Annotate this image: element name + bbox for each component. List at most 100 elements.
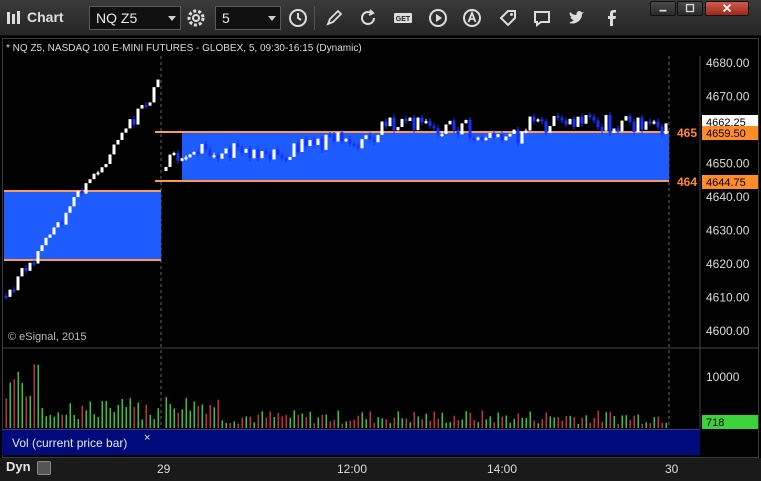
facebook-button[interactable] <box>600 6 624 30</box>
candle-body <box>536 119 540 122</box>
candle-body <box>376 134 380 143</box>
volume-bar <box>205 413 207 428</box>
candle-body <box>108 154 112 164</box>
volume-bar <box>177 412 179 428</box>
candle-body <box>488 133 492 138</box>
candle-body <box>216 155 220 159</box>
volume-bar <box>121 398 123 428</box>
candle-body <box>464 119 468 124</box>
volume-bar <box>113 412 115 428</box>
volume-bar <box>389 423 391 428</box>
volume-bar <box>617 423 619 428</box>
dyn-label[interactable]: Dyn <box>6 459 31 474</box>
volume-bar <box>629 419 631 428</box>
candle-body <box>404 118 408 122</box>
facebook-icon <box>608 10 616 26</box>
candle-body <box>308 139 312 147</box>
candle-body <box>460 123 464 135</box>
candle-body <box>636 117 640 133</box>
volume-bar <box>185 398 187 428</box>
chevron-down-icon[interactable] <box>168 16 176 21</box>
volume-study-close-icon[interactable]: × <box>144 432 150 444</box>
volume-bar <box>293 410 295 428</box>
candle-body <box>548 126 552 133</box>
volume-bar <box>81 405 83 428</box>
twitter-button[interactable] <box>565 6 589 30</box>
maximize-icon <box>685 3 695 13</box>
candle-body <box>200 143 204 154</box>
lock-icon[interactable] <box>37 461 51 475</box>
candle-body <box>80 190 84 194</box>
volume-bar <box>89 401 91 428</box>
get-button[interactable]: GET <box>391 6 415 30</box>
candle-body <box>288 156 292 160</box>
time-label: 29 <box>157 462 171 476</box>
candle-body <box>156 79 160 88</box>
candle-body <box>504 136 508 141</box>
svg-text:GET: GET <box>396 16 411 23</box>
candle-body <box>472 138 476 141</box>
minimize-button[interactable] <box>650 1 676 16</box>
candle-body <box>408 117 412 122</box>
maximize-button[interactable] <box>677 1 703 16</box>
play-icon <box>429 9 447 27</box>
volume-bar <box>133 407 135 428</box>
volume-bar <box>249 416 251 428</box>
comment-button[interactable] <box>530 6 554 30</box>
candle-body <box>420 117 424 123</box>
candle-body <box>132 119 136 125</box>
volume-bar <box>29 395 31 428</box>
candle-body <box>616 128 620 132</box>
draw-button[interactable] <box>322 6 346 30</box>
play-button[interactable] <box>426 6 450 30</box>
candle-body <box>124 128 128 133</box>
candle-body <box>492 133 496 138</box>
candle-body <box>280 154 284 159</box>
candle-body <box>648 121 652 124</box>
interval-input[interactable]: 5 <box>215 6 281 30</box>
volume-bar <box>613 416 615 428</box>
candle-body <box>60 222 64 225</box>
volume-bar <box>189 410 191 428</box>
symbol-input[interactable]: NQ Z5 <box>89 6 181 30</box>
volume-bar <box>549 416 551 428</box>
candle-body <box>612 128 616 133</box>
candle-body <box>628 116 632 122</box>
clock-button[interactable] <box>286 6 310 30</box>
candle-body <box>96 172 100 175</box>
volume-bar <box>253 422 255 428</box>
volume-bar <box>665 422 667 428</box>
volume-bar <box>505 415 507 428</box>
window-title: Chart <box>27 9 64 25</box>
candle-body <box>584 115 588 124</box>
price-chart[interactable]: 4680.004670.004660.004650.004640.004630.… <box>0 36 761 458</box>
close-button[interactable] <box>705 1 749 16</box>
volume-bar <box>357 415 359 428</box>
prior-range-zone <box>4 191 161 260</box>
candle-body <box>436 128 440 135</box>
volume-bar <box>25 396 27 428</box>
level-high-label: 465 <box>677 126 697 140</box>
volume-bar <box>625 415 627 428</box>
comment-icon <box>534 11 550 27</box>
chevron-down-icon[interactable] <box>268 16 276 21</box>
candle-body <box>176 152 180 161</box>
candle-body <box>104 163 108 168</box>
volume-bar <box>529 411 531 428</box>
volume-bar <box>361 412 363 428</box>
candle-body <box>396 126 400 131</box>
alert-button[interactable] <box>460 6 484 30</box>
candle-body <box>220 153 224 159</box>
tag-button[interactable] <box>496 6 520 30</box>
candle-body <box>576 116 580 127</box>
settings-button[interactable] <box>184 6 208 30</box>
refresh-button[interactable] <box>356 6 380 30</box>
volume-bar <box>433 411 435 428</box>
candle-body <box>32 262 36 265</box>
candle-body <box>532 116 536 122</box>
volume-bar <box>469 412 471 428</box>
candle-body <box>604 115 608 131</box>
volume-bar <box>281 416 283 428</box>
chart-panel: 4680.004670.004660.004650.004640.004630.… <box>0 36 761 481</box>
volume-bar <box>649 423 651 428</box>
